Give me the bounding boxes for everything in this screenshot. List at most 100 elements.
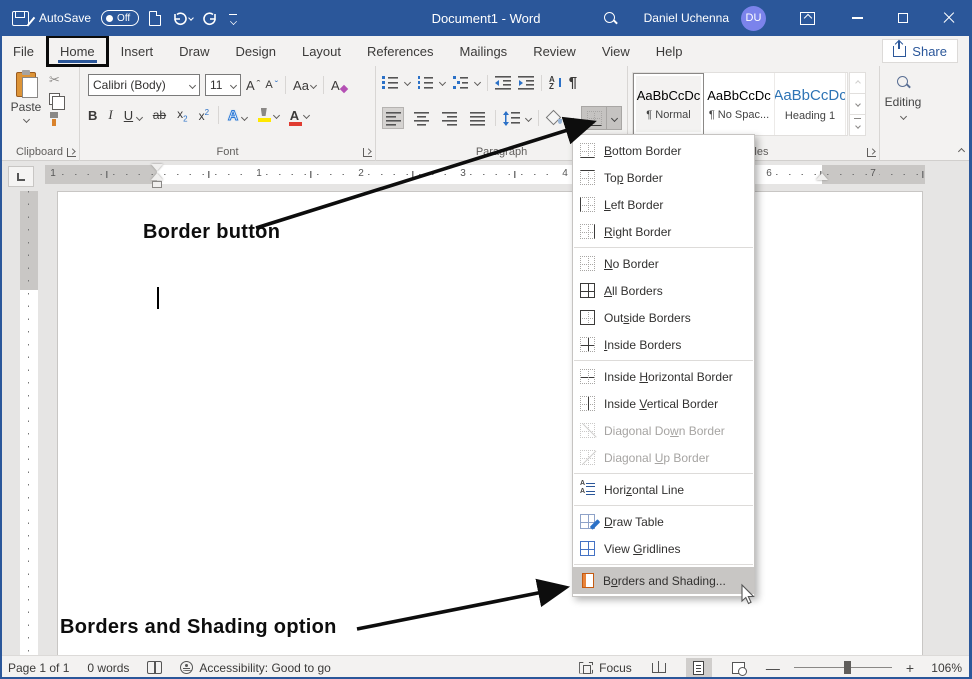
print-layout-button[interactable] xyxy=(686,658,712,678)
shading-icon[interactable] xyxy=(546,111,562,126)
format-painter-icon[interactable] xyxy=(48,112,61,126)
ribbon-display-options-button[interactable] xyxy=(788,0,834,36)
borders-button[interactable] xyxy=(581,106,607,130)
chevron-down-icon[interactable] xyxy=(525,114,532,121)
first-line-indent-marker[interactable] xyxy=(151,164,163,171)
tab-file[interactable]: File xyxy=(0,36,47,66)
chevron-down-icon[interactable] xyxy=(273,111,280,118)
menu-item-view-gridlines[interactable]: View Gridlines xyxy=(573,535,754,562)
underline-button[interactable]: U xyxy=(124,108,142,123)
zoom-level[interactable]: 106% xyxy=(928,661,962,675)
chevron-down-icon[interactable] xyxy=(404,79,411,86)
bold-button[interactable]: B xyxy=(88,108,97,123)
menu-item-right-border[interactable]: Right Border xyxy=(573,218,754,245)
zoom-in-button[interactable]: + xyxy=(906,660,914,676)
tab-draw[interactable]: Draw xyxy=(166,36,222,66)
word-count[interactable]: 0 words xyxy=(87,661,129,675)
strikethrough-button[interactable]: ab xyxy=(153,108,166,122)
undo-button[interactable] xyxy=(171,10,193,26)
chevron-down-icon[interactable] xyxy=(136,113,143,120)
chevron-down-icon[interactable] xyxy=(241,114,248,121)
tab-insert[interactable]: Insert xyxy=(108,36,167,66)
tab-home[interactable]: Home xyxy=(47,36,108,66)
italic-button[interactable]: I xyxy=(108,107,112,123)
borders-split-button[interactable] xyxy=(581,106,622,130)
proofing-book-icon[interactable] xyxy=(147,661,162,674)
sort-button[interactable]: AZ xyxy=(549,76,562,90)
align-right-button[interactable] xyxy=(438,107,460,129)
menu-item-draw-table[interactable]: Draw Table xyxy=(573,508,754,535)
font-name-select[interactable]: Calibri (Body) xyxy=(88,74,200,96)
tab-stop-selector[interactable] xyxy=(8,166,34,187)
menu-item-no-border[interactable]: No Border xyxy=(573,250,754,277)
increase-indent-icon[interactable] xyxy=(518,76,534,90)
styles-more-button[interactable] xyxy=(849,115,866,136)
clear-formatting-button[interactable]: A xyxy=(331,78,340,93)
copy-icon[interactable] xyxy=(49,93,60,105)
minimize-button[interactable] xyxy=(834,0,880,36)
focus-button[interactable]: Focus xyxy=(579,661,632,675)
multilevel-list-icon[interactable] xyxy=(452,76,468,90)
style-normal[interactable]: AaBbCcDc ¶ Normal xyxy=(633,73,704,135)
collapse-ribbon-icon[interactable] xyxy=(958,148,965,155)
text-effects-button[interactable]: A xyxy=(228,107,247,123)
cut-icon[interactable]: ✂ xyxy=(49,74,60,86)
align-left-button[interactable] xyxy=(382,107,404,129)
tab-mailings[interactable]: Mailings xyxy=(447,36,521,66)
font-dialog-launcher-icon[interactable] xyxy=(363,148,372,157)
share-button[interactable]: Share xyxy=(882,39,958,63)
avatar[interactable]: DU xyxy=(741,6,766,31)
paste-dropdown-icon[interactable] xyxy=(22,116,29,123)
font-size-select[interactable]: 11 xyxy=(205,74,241,96)
menu-item-left-border[interactable]: Left Border xyxy=(573,191,754,218)
menu-item-outside-borders[interactable]: Outside Borders xyxy=(573,304,754,331)
tab-review[interactable]: Review xyxy=(520,36,589,66)
numbering-icon[interactable] xyxy=(417,76,433,90)
menu-item-bottom-border[interactable]: Bottom Border xyxy=(573,137,754,164)
maximize-button[interactable] xyxy=(880,0,926,36)
menu-item-all-borders[interactable]: All Borders xyxy=(573,277,754,304)
close-button[interactable] xyxy=(926,0,972,36)
justify-button[interactable] xyxy=(466,107,488,129)
save-icon[interactable] xyxy=(12,11,29,26)
tab-layout[interactable]: Layout xyxy=(289,36,354,66)
left-indent-marker[interactable] xyxy=(152,181,162,188)
subscript-button[interactable]: x2 xyxy=(177,107,187,123)
menu-item-inside-borders[interactable]: Inside Borders xyxy=(573,331,754,358)
clipboard-dialog-launcher-icon[interactable] xyxy=(67,148,76,157)
zoom-slider[interactable] xyxy=(794,667,892,668)
superscript-button[interactable]: x2 xyxy=(199,108,209,123)
styles-scroll-down[interactable] xyxy=(849,94,866,115)
web-layout-button[interactable] xyxy=(726,658,752,678)
borders-dropdown-button[interactable] xyxy=(607,106,622,130)
read-mode-button[interactable] xyxy=(646,658,672,678)
editing-button[interactable]: Editing xyxy=(884,74,922,119)
chevron-down-icon[interactable] xyxy=(567,114,574,121)
styles-dialog-launcher-icon[interactable] xyxy=(867,148,876,157)
menu-item-inside-vertical-border[interactable]: Inside Vertical Border xyxy=(573,390,754,417)
menu-item-borders-and-shading[interactable]: Borders and Shading... xyxy=(573,567,754,594)
shrink-font-button[interactable]: A xyxy=(265,79,278,91)
zoom-slider-thumb[interactable] xyxy=(844,661,851,674)
align-center-button[interactable] xyxy=(410,107,432,129)
chevron-down-icon[interactable] xyxy=(303,111,310,118)
horizontal-ruler[interactable]: 1 1 2 3 4 5 6 7 xyxy=(45,165,925,184)
grow-font-button[interactable]: A xyxy=(246,78,260,93)
tab-help[interactable]: Help xyxy=(643,36,696,66)
menu-item-inside-horizontal-border[interactable]: Inside Horizontal Border xyxy=(573,363,754,390)
change-case-button[interactable]: Aa xyxy=(293,78,316,93)
tab-view[interactable]: View xyxy=(589,36,643,66)
highlight-button[interactable] xyxy=(258,108,279,122)
account-name[interactable]: Daniel Uchenna xyxy=(644,11,729,25)
hanging-indent-marker[interactable] xyxy=(151,173,163,180)
new-document-icon[interactable] xyxy=(149,11,161,26)
menu-item-top-border[interactable]: Top Border xyxy=(573,164,754,191)
tab-references[interactable]: References xyxy=(354,36,446,66)
vertical-ruler[interactable] xyxy=(20,191,38,655)
style-heading1[interactable]: AaBbCcDc Heading 1 xyxy=(775,73,846,135)
tab-design[interactable]: Design xyxy=(223,36,289,66)
line-spacing-icon[interactable] xyxy=(503,111,520,126)
chevron-down-icon[interactable] xyxy=(474,79,481,86)
font-color-button[interactable]: A xyxy=(290,108,309,123)
decrease-indent-icon[interactable] xyxy=(495,76,511,90)
